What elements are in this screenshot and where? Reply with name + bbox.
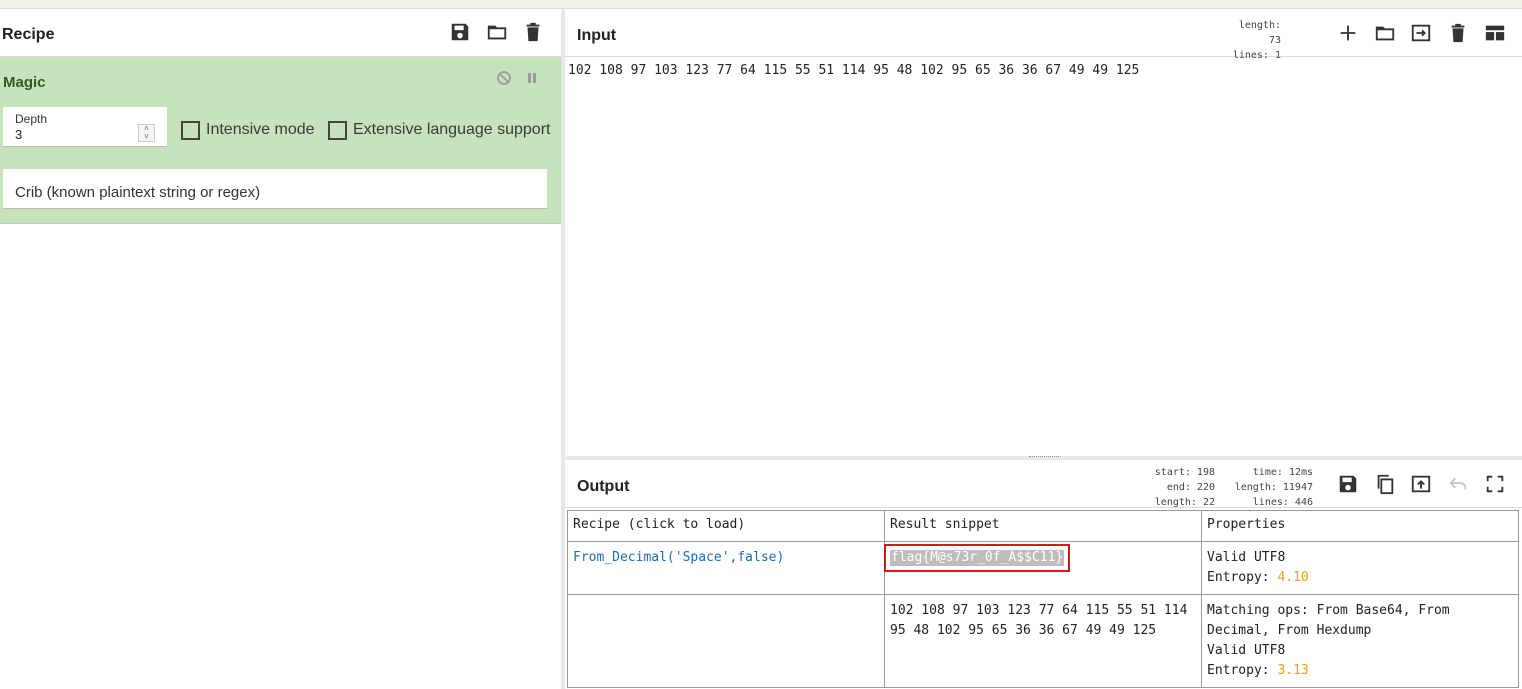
top-navbar-strip: [0, 0, 1522, 9]
maximize-icon[interactable]: [1484, 473, 1506, 495]
open-file-icon[interactable]: [1410, 22, 1432, 44]
entropy-value: 4.10: [1277, 570, 1309, 585]
replace-input-icon[interactable]: [1410, 473, 1432, 495]
crib-input[interactable]: Crib (known plaintext string or regex): [3, 169, 547, 209]
output-title: Output: [577, 478, 630, 495]
pause-icon[interactable]: [524, 70, 540, 86]
add-tab-icon[interactable]: [1337, 22, 1359, 44]
magic-operation: Magic Depth 3 ˄ ˅ Intensive mode Extensiv…: [0, 57, 561, 224]
magic-results-table: Recipe (click to load) Result snippet Pr…: [567, 510, 1519, 688]
entropy-value: 3.13: [1277, 663, 1309, 678]
recipe-pane: Recipe Magic Depth 3 ˄˅ Intensive mode: [0, 9, 561, 689]
header-result-snippet: Result snippet: [884, 510, 1202, 542]
output-sel-length: length: 22: [1154, 497, 1215, 508]
table-header-row: Recipe (click to load) Result snippet Pr…: [567, 510, 1519, 542]
output-time: time: 12ms: [1252, 467, 1313, 478]
table-row: From_Decimal('Space',false) flag{M@s73r_…: [567, 541, 1519, 595]
output-end: end: 220: [1166, 482, 1215, 493]
properties-cell: Matching ops: From Base64, From Decimal,…: [1201, 594, 1519, 688]
input-stats: length: 73 lines: 1: [1225, 18, 1281, 63]
output-position-stats: start: 198 end: 220 length: 22: [1145, 465, 1215, 510]
entropy-label: Entropy:: [1207, 570, 1270, 585]
entropy-line: Entropy: 3.13: [1207, 661, 1513, 681]
snippet-cell: flag{M@s73r_0f_A$$C11}: [883, 541, 1202, 595]
extensive-language-checkbox[interactable]: Extensive language support: [328, 119, 550, 141]
properties-cell: Valid UTF8 Entropy: 4.10: [1201, 541, 1519, 595]
save-output-icon[interactable]: [1337, 473, 1359, 495]
checkbox-box[interactable]: [328, 120, 347, 140]
recipe-cell: [567, 594, 885, 688]
valid-utf8: Valid UTF8: [1207, 643, 1286, 658]
depth-field[interactable]: Depth 3 ˄ ˅: [3, 107, 167, 147]
folder-icon[interactable]: [486, 21, 508, 43]
matching-ops: Matching ops: From Base64, From Decimal,…: [1207, 603, 1450, 638]
header-properties: Properties: [1201, 510, 1519, 542]
load-recipe-link[interactable]: From_Decimal('Space',false): [573, 550, 784, 565]
valid-utf8: Valid UTF8: [1207, 550, 1286, 565]
output-start: start: 198: [1154, 467, 1215, 478]
open-folder-icon[interactable]: [1374, 22, 1396, 44]
recipe-header: Recipe: [0, 9, 561, 57]
entropy-label: Entropy:: [1207, 663, 1270, 678]
checkbox-box[interactable]: [181, 120, 200, 140]
intensive-mode-label: Intensive mode: [206, 121, 315, 138]
output-lines: lines: 446: [1252, 497, 1313, 508]
input-lines: lines: 1: [1232, 50, 1281, 61]
highlighted-flag-snippet: flag{M@s73r_0f_A$$C11}: [883, 544, 1071, 572]
input-header: Input length: 73 lines: 1: [565, 9, 1522, 61]
depth-value[interactable]: 3: [15, 127, 22, 142]
output-info-stats: time: 12ms length: 11947 lines: 446: [1225, 465, 1313, 510]
table-row: 102 108 97 103 123 77 64 115 55 51 114 9…: [567, 594, 1519, 688]
operation-name: Magic: [3, 74, 46, 91]
layout-icon[interactable]: [1484, 22, 1506, 44]
depth-label: Depth: [15, 112, 48, 126]
input-pane: Input length: 73 lines: 1 102 108 97 103…: [565, 9, 1522, 456]
crib-placeholder: Crib (known plaintext string or regex): [15, 184, 261, 201]
input-textarea[interactable]: 102 108 97 103 123 77 64 115 55 51 114 9…: [568, 63, 1139, 78]
recipe-cell: From_Decimal('Space',false): [567, 541, 885, 595]
clear-input-icon[interactable]: [1447, 22, 1469, 44]
intensive-mode-checkbox[interactable]: Intensive mode: [181, 119, 315, 141]
output-pane: Output start: 198 end: 220 length: 22 ti…: [565, 460, 1522, 689]
trash-icon[interactable]: [522, 21, 544, 43]
depth-stepper[interactable]: ˄ ˅: [138, 124, 155, 142]
input-title: Input: [577, 27, 617, 44]
header-recipe: Recipe (click to load): [567, 510, 885, 542]
undo-icon[interactable]: [1447, 473, 1469, 495]
output-header: Output start: 198 end: 220 length: 22 ti…: [565, 460, 1522, 508]
splitter-grip[interactable]: [1029, 456, 1061, 458]
recipe-title: Recipe: [2, 26, 55, 43]
entropy-line: Entropy: 4.10: [1207, 568, 1513, 588]
output-length: length: 11947: [1234, 482, 1313, 493]
snippet-cell: 102 108 97 103 123 77 64 115 55 51 114 9…: [884, 594, 1202, 688]
extensive-language-label: Extensive language support: [353, 121, 551, 138]
save-icon[interactable]: [449, 21, 471, 43]
disable-icon[interactable]: [496, 70, 512, 86]
input-length: length: 73: [1238, 20, 1281, 46]
copy-icon[interactable]: [1374, 473, 1396, 495]
